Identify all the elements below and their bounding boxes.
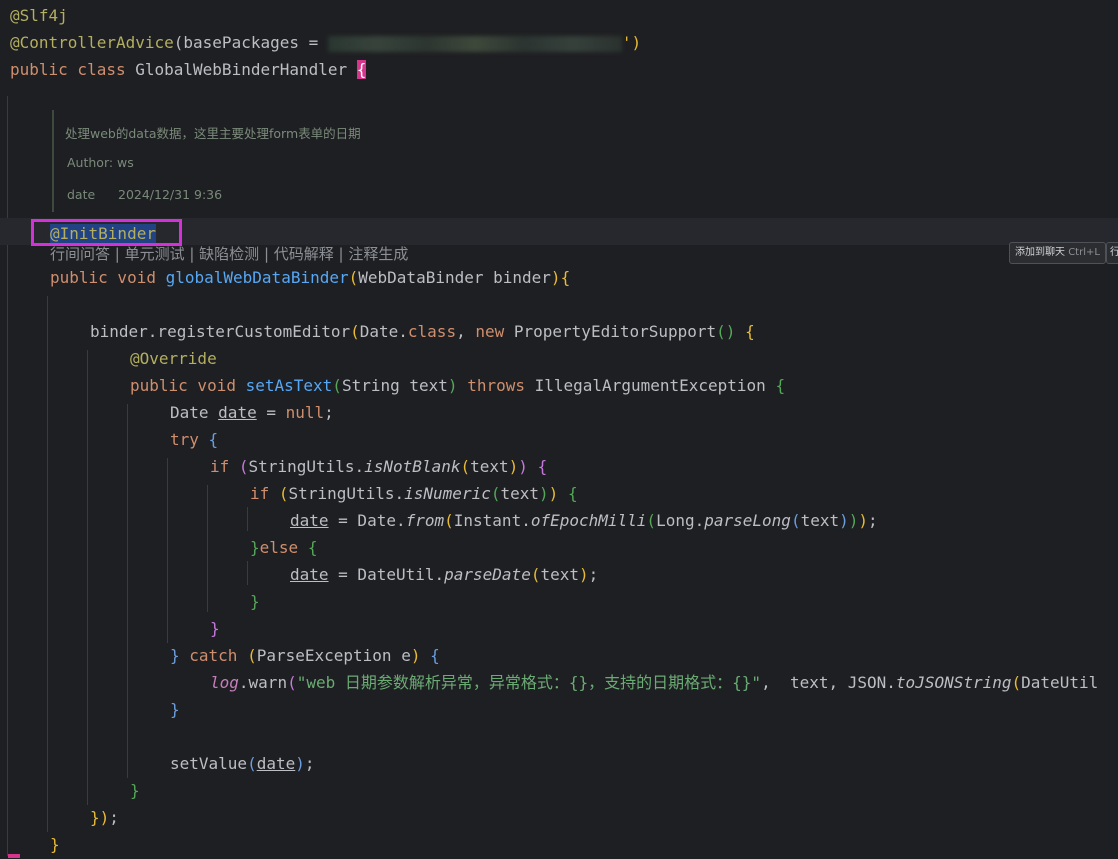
- code-line-if-numeric[interactable]: if (StringUtils.isNumeric(text)) {: [250, 480, 578, 507]
- indent-guide: [87, 350, 88, 805]
- code-line-class-decl[interactable]: public class GlobalWebBinderHandler {: [10, 56, 367, 83]
- code-line-override[interactable]: @Override: [130, 345, 217, 372]
- code-line-parse-date[interactable]: date = DateUtil.parseDate(text);: [290, 561, 598, 588]
- code-line-method-decl[interactable]: public void globalWebDataBinder(WebDataB…: [50, 264, 570, 291]
- code-line-try[interactable]: try {: [170, 426, 218, 453]
- doc-comment: 处理web的data数据，这里主要处理form表单的日期 Author: ws …: [52, 110, 361, 212]
- ai-codelens-actions[interactable]: 行间问答 | 单元测试 | 缺陷检测 | 代码解释 | 注释生成: [50, 243, 408, 264]
- code-line-close-setastext[interactable]: }: [130, 777, 140, 804]
- doc-author: Author: ws: [67, 155, 134, 170]
- code-line-catch[interactable]: } catch (ParseException e) {: [170, 642, 440, 669]
- code-line-else[interactable]: }else {: [250, 534, 317, 561]
- code-line-setastext[interactable]: public void setAsText(String text) throw…: [130, 372, 785, 399]
- code-line-if-notblank[interactable]: if (StringUtils.isNotBlank(text)) {: [210, 453, 547, 480]
- code-line-close-catch[interactable]: }: [170, 696, 180, 723]
- indent-guide: [247, 507, 248, 531]
- code-line-slf4j[interactable]: @Slf4j: [10, 2, 68, 29]
- code-line-close-if[interactable]: }: [210, 615, 220, 642]
- code-line-setvalue[interactable]: setValue(date);: [170, 750, 315, 777]
- code-line-close-anon[interactable]: });: [90, 804, 119, 831]
- indent-guide: [47, 296, 48, 832]
- doc-description: 处理web的data数据，这里主要处理form表单的日期: [65, 126, 361, 141]
- indent-guide: [7, 96, 8, 856]
- doc-date-label: date: [67, 187, 96, 202]
- indent-guide: [207, 485, 208, 612]
- indent-guide: [247, 561, 248, 585]
- secondary-chip-button[interactable]: 行: [1106, 242, 1118, 264]
- indent-guide: [127, 404, 128, 778]
- redacted-package: [327, 35, 622, 52]
- code-line-close-method[interactable]: }: [50, 831, 60, 858]
- code-line-date-decl[interactable]: Date date = null;: [170, 399, 334, 426]
- annotation-highlight-box: [31, 219, 182, 246]
- add-to-chat-button[interactable]: 添加到聊天 Ctrl+L: [1009, 242, 1106, 264]
- doc-date-value: 2024/12/31 9:36: [118, 187, 223, 202]
- indent-guide: [167, 458, 168, 643]
- code-line-close-else[interactable]: }: [250, 588, 260, 615]
- code-line-log-warn[interactable]: log.warn("web 日期参数解析异常，异常格式：{}，支持的日期格式：{…: [210, 669, 1098, 696]
- code-line-register-editor[interactable]: binder.registerCustomEditor(Date.class, …: [90, 318, 755, 345]
- closing-brace-marker: [8, 854, 20, 858]
- code-line-controller-advice[interactable]: @ControllerAdvice(basePackages = '): [10, 29, 641, 56]
- code-line-date-from-epoch[interactable]: date = Date.from(Instant.ofEpochMilli(Lo…: [290, 507, 878, 534]
